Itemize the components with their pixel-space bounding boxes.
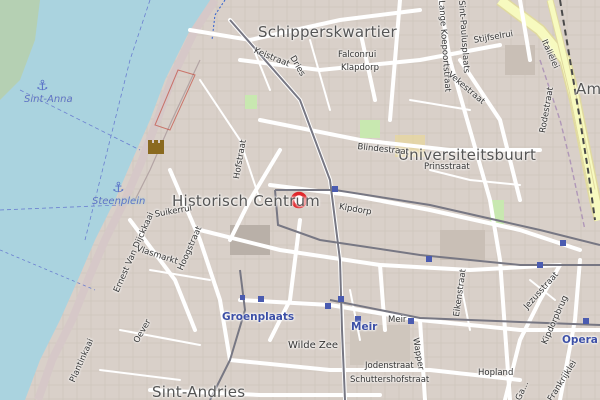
map-canvas[interactable]: ⚓ ⚓ Schipperskwartier Universiteitsbuurt… xyxy=(0,0,600,400)
water-label-sint-anna: Sint-Anna xyxy=(24,94,73,105)
street-label-falconrui: Falconrui xyxy=(338,50,377,60)
district-label-ama: Ama xyxy=(576,80,600,98)
svg-text:⚓: ⚓ xyxy=(112,180,125,196)
street-label-schuttershofstraat: Schuttershofstraat xyxy=(350,375,430,385)
water-label-steenplein: Steenplein xyxy=(92,196,146,207)
district-label-schipperskwartier: Schipperskwartier xyxy=(258,23,397,41)
station-label-opera: Opera xyxy=(562,334,598,346)
station-label-meir: Meir xyxy=(351,321,378,333)
district-label-sint-andries: Sint-Andries xyxy=(152,383,246,400)
street-label-meir: Meir xyxy=(388,315,407,325)
street-label-jodenstraat: Jodenstraat xyxy=(365,361,414,371)
station-label-groenplaats: Groenplaats xyxy=(222,311,295,323)
street-label-wilde-zee: Wilde Zee xyxy=(288,340,339,351)
street-label-hopland: Hopland xyxy=(478,368,514,378)
district-label-historisch-centrum: Historisch Centrum xyxy=(172,192,320,210)
street-label-prinsstraat: Prinsstraat xyxy=(424,162,470,172)
svg-text:⚓: ⚓ xyxy=(36,78,49,94)
street-label-klapdorp: Klapdorp xyxy=(341,63,380,73)
